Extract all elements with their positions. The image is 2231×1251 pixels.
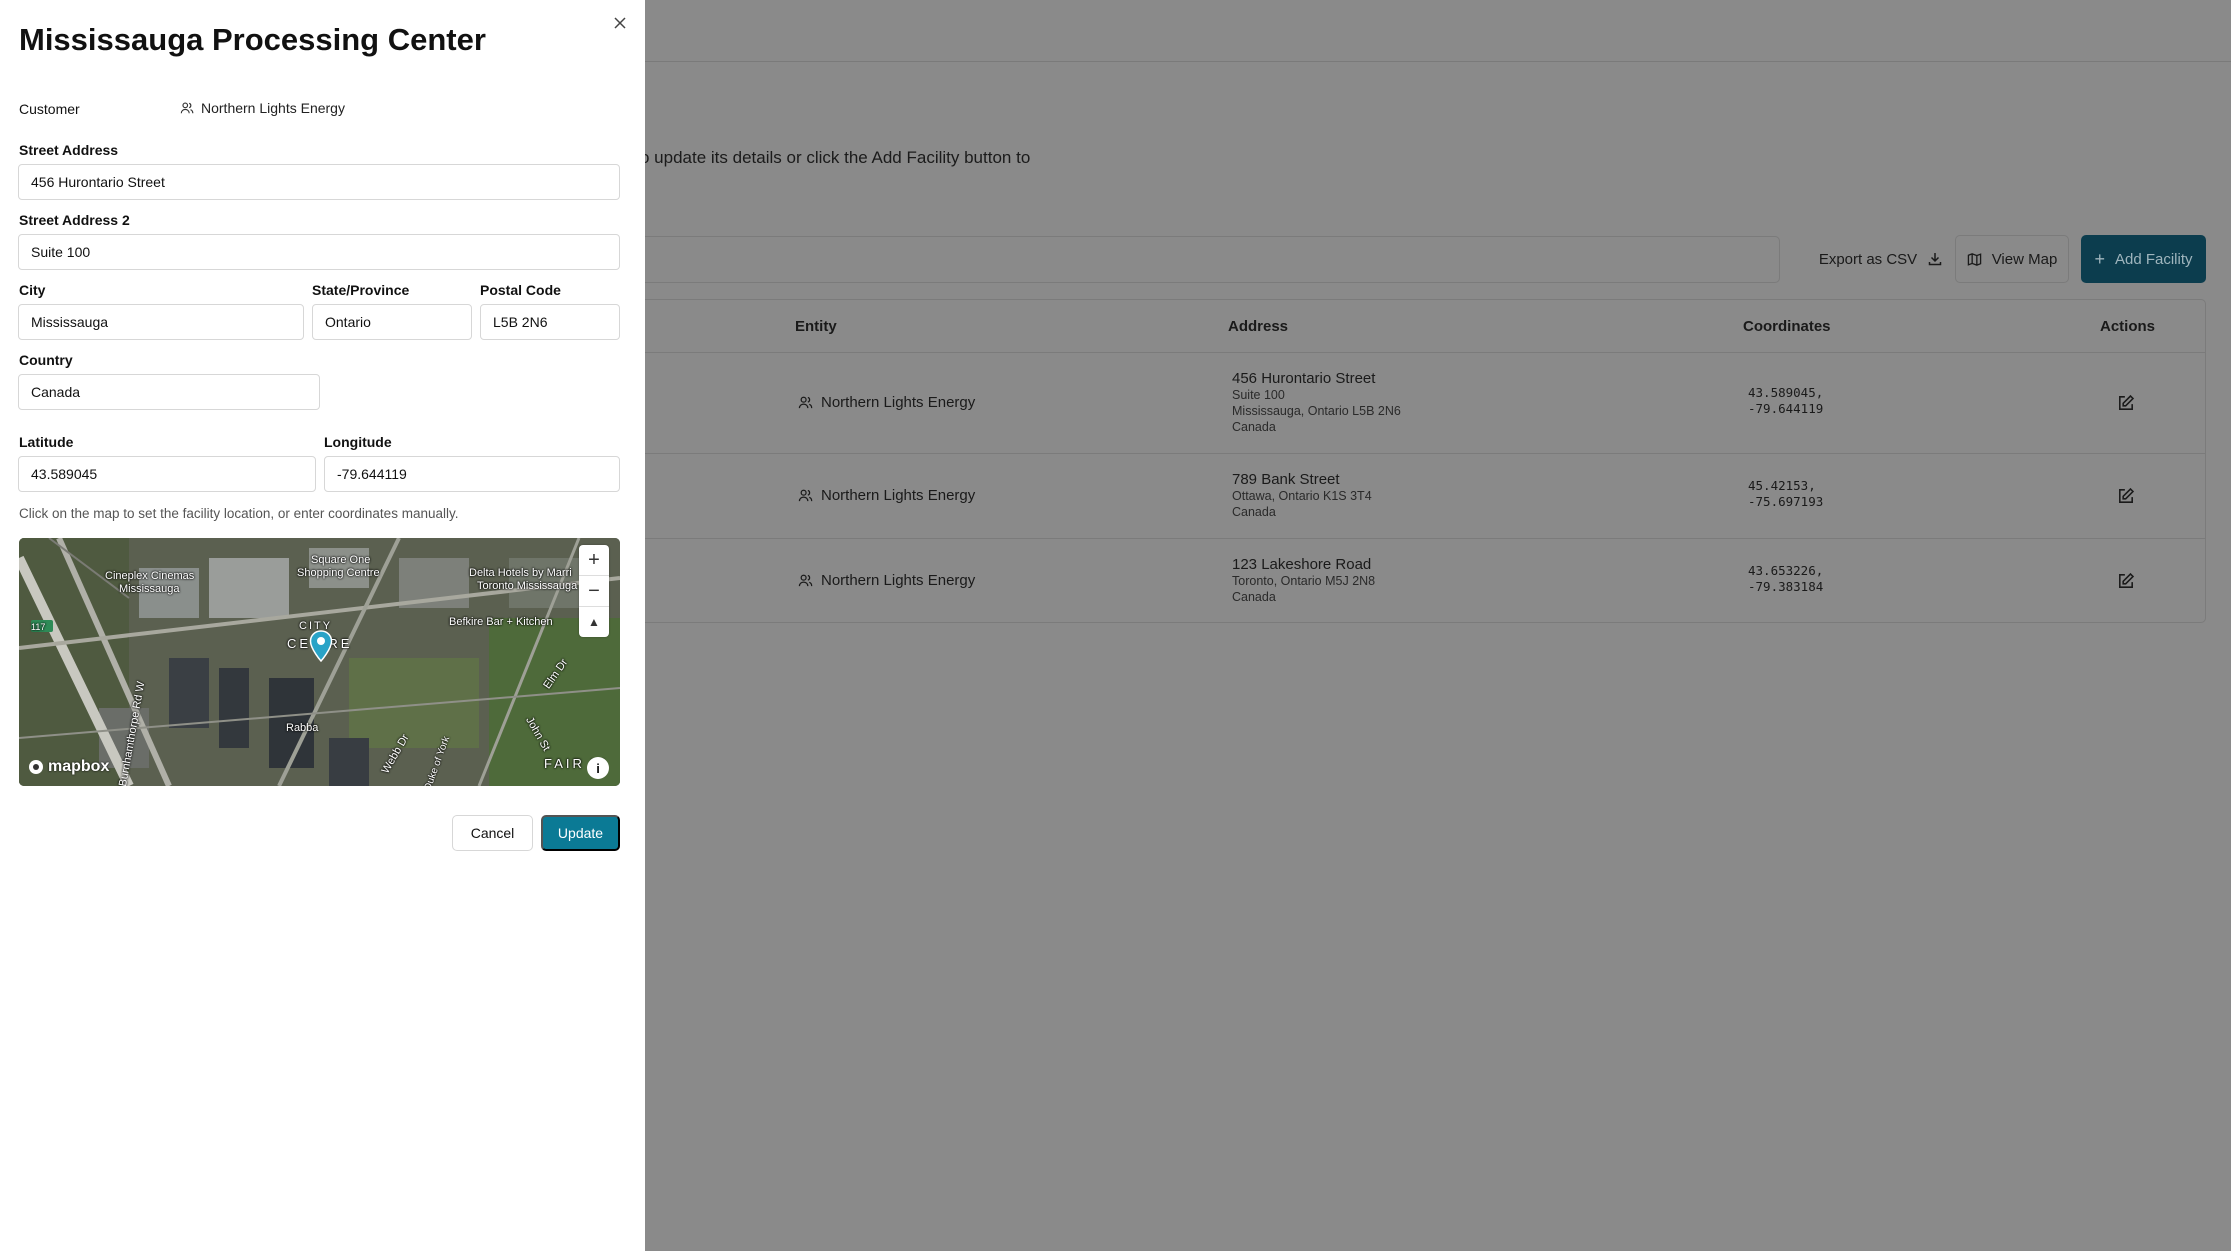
drawer-title: Mississauga Processing Center — [19, 22, 486, 57]
table-row-entity: Northern Lights Energy — [798, 394, 975, 411]
city-label: City — [19, 282, 46, 298]
cancel-button[interactable]: Cancel — [452, 815, 533, 851]
download-icon — [1928, 253, 1942, 266]
map-label-cineplex: Mississauga — [119, 583, 180, 595]
street-address-2-label: Street Address 2 — [19, 212, 130, 228]
map-label-square-one: Shopping Centre — [297, 567, 380, 579]
update-button[interactable]: Update — [541, 815, 620, 851]
customer-label: Customer — [19, 101, 80, 117]
column-header-entity: Entity — [795, 318, 837, 335]
export-csv-button[interactable]: Export as CSV — [1792, 235, 1970, 283]
longitude-label: Longitude — [324, 434, 392, 450]
users-icon — [798, 489, 813, 502]
map-hint: Click on the map to set the facility loc… — [19, 506, 459, 521]
zoom-in-button[interactable]: + — [579, 545, 609, 576]
map-label-delta: Toronto Mississauga — [477, 580, 578, 592]
longitude-input[interactable] — [324, 456, 620, 492]
users-icon — [180, 102, 194, 114]
postal-code-label: Postal Code — [480, 282, 561, 298]
users-icon — [798, 574, 813, 587]
row-divider — [600, 453, 2206, 454]
map-icon — [1967, 252, 1981, 266]
edit-facility-drawer: Mississauga Processing Center Customer N… — [0, 0, 645, 1251]
postal-code-input[interactable] — [480, 304, 620, 340]
edit-icon[interactable] — [2117, 394, 2135, 412]
mapbox-logo-icon — [29, 760, 43, 774]
page-description: o update its details or click the Add Fa… — [640, 148, 1031, 167]
map-label-delta: Delta Hotels by Marri — [469, 567, 572, 579]
country-label: Country — [19, 352, 73, 368]
mapbox-logo[interactable]: mapbox — [28, 758, 109, 776]
location-pin-icon[interactable] — [309, 630, 333, 667]
view-map-label: View Map — [1991, 250, 2058, 268]
map-label-cineplex: Cineplex Cinemas — [105, 570, 195, 582]
city-input[interactable] — [18, 304, 304, 340]
column-header-address: Address — [1228, 318, 1289, 335]
table-row-address: 123 Lakeshore Road Toronto, Ontario M5J … — [1232, 556, 1376, 605]
table-row-coordinates: 45.42153, -75.697193 — [1748, 478, 1824, 509]
export-label: Export as CSV — [1818, 250, 1918, 268]
customer-value: Northern Lights Energy — [180, 100, 345, 116]
country-input[interactable] — [18, 374, 320, 410]
add-facility-label: Add Facility — [2114, 250, 2193, 268]
close-button[interactable] — [610, 13, 630, 33]
map-label-rabba: Rabba — [286, 722, 319, 734]
row-divider — [600, 352, 2206, 353]
latitude-input[interactable] — [18, 456, 316, 492]
latitude-label: Latitude — [19, 434, 74, 450]
zoom-out-button[interactable]: − — [579, 576, 609, 607]
table-row-address: 456 Hurontario Street Suite 100 Mississa… — [1232, 370, 1401, 435]
street-address-label: Street Address — [19, 142, 119, 158]
table-row-coordinates: 43.653226, -79.383184 — [1748, 563, 1824, 594]
map-zoom-controls: + − ▲ — [579, 545, 609, 637]
street-address-input[interactable] — [18, 164, 620, 200]
view-map-button[interactable]: View Map — [1955, 235, 2069, 283]
table-row-entity: Northern Lights Energy — [798, 572, 975, 589]
edit-icon[interactable] — [2117, 572, 2135, 590]
compass-button[interactable]: ▲ — [579, 607, 609, 637]
state-province-input[interactable] — [312, 304, 472, 340]
table-row-address: 789 Bank Street Ottawa, Ontario K1S 3T4 … — [1232, 471, 1372, 520]
map-label-117: 117 — [31, 622, 46, 632]
users-icon — [798, 396, 813, 409]
edit-icon[interactable] — [2117, 487, 2135, 505]
state-province-label: State/Province — [312, 282, 410, 298]
column-header-actions: Actions — [2100, 318, 2156, 335]
table-row-coordinates: 43.589045, -79.644119 — [1748, 385, 1824, 416]
column-header-coordinates: Coordinates — [1743, 318, 1831, 335]
add-facility-button[interactable]: + Add Facility — [2081, 235, 2206, 283]
map-label-square-one: Square One — [311, 554, 371, 566]
row-divider — [600, 538, 2206, 539]
plus-icon: + — [2094, 248, 2105, 269]
map-info-icon[interactable]: i — [587, 757, 609, 779]
table-row-entity: Northern Lights Energy — [798, 487, 975, 504]
close-icon — [614, 17, 626, 29]
street-address-2-input[interactable] — [18, 234, 620, 270]
map-label-befkire: Befkire Bar + Kitchen — [449, 616, 553, 628]
search-input[interactable] — [600, 236, 1780, 283]
